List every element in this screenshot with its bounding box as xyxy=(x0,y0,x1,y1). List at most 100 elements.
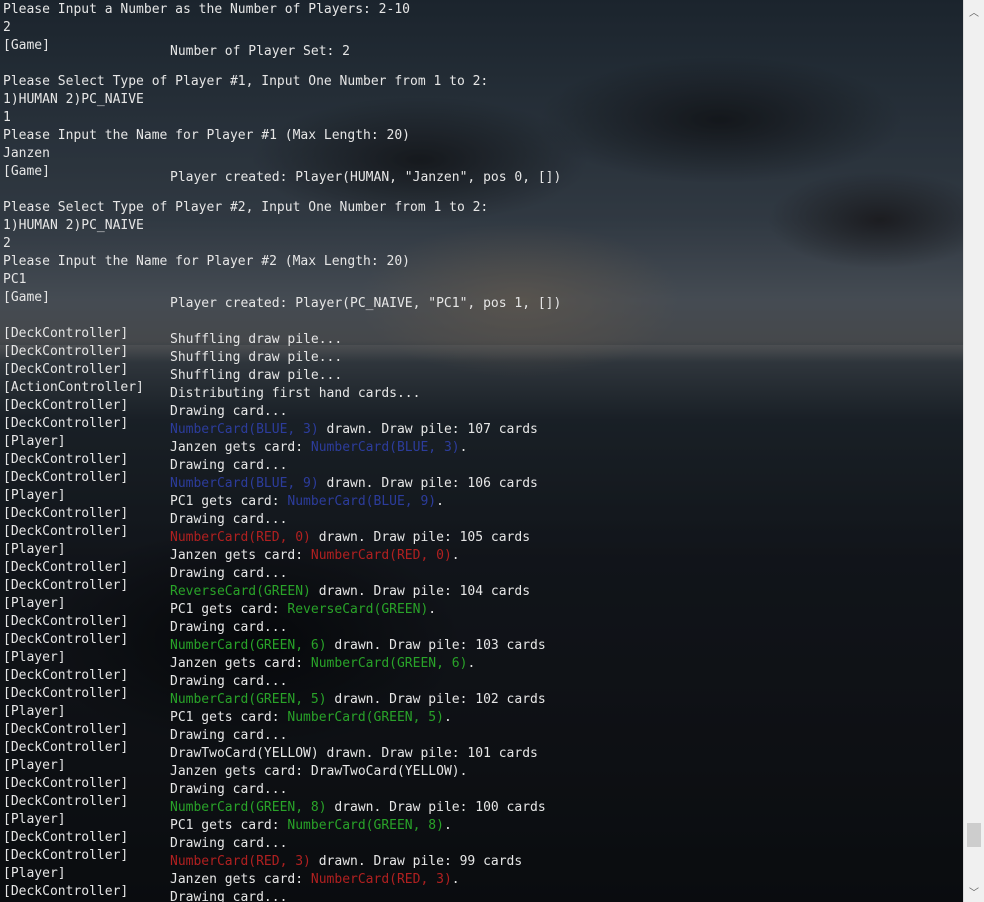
console-line: Please Select Type of Player #1, Input O… xyxy=(3,73,963,91)
card-name: NumberCard(BLUE, 9) xyxy=(287,494,437,509)
log-tag: [Player] xyxy=(3,866,66,881)
log-line: [DeckController] Drawing card... xyxy=(3,451,963,473)
log-tag: [DeckController] xyxy=(3,614,129,629)
log-tag: [DeckController] xyxy=(3,884,129,899)
log-tag: [Game] xyxy=(3,38,50,53)
log-tag: [Player] xyxy=(3,596,66,611)
log-message: Number of Player Set: 2 xyxy=(170,44,351,59)
log-tag: [DeckController] xyxy=(3,344,129,359)
log-line: [DeckController] NumberCard(BLUE, 3) draw… xyxy=(3,415,963,437)
log-tag: [DeckController] xyxy=(3,470,129,485)
log-tag: [DeckController] xyxy=(3,398,129,413)
log-message: . xyxy=(443,710,452,725)
console-text: 2 xyxy=(3,236,11,251)
log-line: [DeckController] Drawing card... xyxy=(3,397,963,419)
card-name: DrawTwoCard(YELLOW) xyxy=(310,764,460,779)
log-line: [DeckController] NumberCard(GREEN, 6) dra… xyxy=(3,631,963,653)
console-text: 1)HUMAN 2)PC_NAIVE xyxy=(3,92,144,107)
log-tag: [DeckController] xyxy=(3,506,129,521)
card-name: ReverseCard(GREEN) xyxy=(287,602,429,617)
console-text: 1)HUMAN 2)PC_NAIVE xyxy=(3,218,144,233)
console-lines: Please Input a Number as the Number of P… xyxy=(0,0,963,902)
log-tag: [DeckController] xyxy=(3,416,129,431)
console-text: Please Select Type of Player #1, Input O… xyxy=(3,74,489,89)
log-tag: [ActionController] xyxy=(3,380,144,395)
log-message: . xyxy=(451,872,460,887)
log-tag: [DeckController] xyxy=(3,686,129,701)
console-line: 1 xyxy=(3,109,963,127)
console-output[interactable]: Please Input a Number as the Number of P… xyxy=(0,0,963,902)
card-name: NumberCard(GREEN, 8) xyxy=(287,818,444,833)
console-text: Please Input the Name for Player #1 (Max… xyxy=(3,128,410,143)
log-tag: [Player] xyxy=(3,758,66,773)
log-line: [ActionController] Distributing first han… xyxy=(3,379,963,401)
log-tag: [DeckController] xyxy=(3,740,129,755)
log-message: . xyxy=(451,548,460,563)
console-text: Please Input a Number as the Number of P… xyxy=(3,2,410,17)
console-line: Janzen xyxy=(3,145,963,163)
log-tag: [DeckController] xyxy=(3,524,129,539)
console-text: Janzen xyxy=(3,146,50,161)
log-line: [DeckController] Shuffling draw pile... xyxy=(3,325,963,347)
log-tag: [DeckController] xyxy=(3,560,129,575)
log-line: [DeckController] Drawing card... xyxy=(3,883,963,902)
log-line: [DeckController] Drawing card... xyxy=(3,613,963,635)
console-text: Please Input the Name for Player #2 (Max… xyxy=(3,254,410,269)
log-message: Player created: Player(HUMAN, "Janzen", … xyxy=(170,170,562,185)
log-line: [Game] Number of Player Set: 2 xyxy=(3,37,963,59)
log-tag: [DeckController] xyxy=(3,848,129,863)
card-name: NumberCard(BLUE, 3) xyxy=(310,440,460,455)
log-message: . xyxy=(459,440,468,455)
console-line: Please Input a Number as the Number of P… xyxy=(3,1,963,19)
log-line: [DeckController] ReverseCard(GREEN) drawn… xyxy=(3,577,963,599)
log-tag: [Player] xyxy=(3,650,66,665)
log-line: [DeckController] Drawing card... xyxy=(3,829,963,851)
card-name: NumberCard(RED, 0) xyxy=(310,548,452,563)
log-tag: [Player] xyxy=(3,812,66,827)
log-tag: [Game] xyxy=(3,290,50,305)
log-tag: [DeckController] xyxy=(3,362,129,377)
log-tag: [DeckController] xyxy=(3,830,129,845)
log-line: [Game] Player created: Player(HUMAN, "Jan… xyxy=(3,163,963,185)
log-tag: [Player] xyxy=(3,542,66,557)
log-line: [DeckController] NumberCard(GREEN, 5) dra… xyxy=(3,685,963,707)
console-line: 1)HUMAN 2)PC_NAIVE xyxy=(3,217,963,235)
log-tag: [DeckController] xyxy=(3,452,129,467)
console-line: 2 xyxy=(3,235,963,253)
log-message: . xyxy=(459,764,468,779)
console-text: 2 xyxy=(3,20,11,35)
log-line: [DeckController] NumberCard(RED, 0) drawn… xyxy=(3,523,963,545)
log-tag: [DeckController] xyxy=(3,668,129,683)
log-line: [DeckController] Drawing card... xyxy=(3,559,963,581)
card-name: NumberCard(GREEN, 5) xyxy=(287,710,444,725)
log-tag: [DeckController] xyxy=(3,794,129,809)
log-tag: [Game] xyxy=(3,164,50,179)
console-line: Please Select Type of Player #2, Input O… xyxy=(3,199,963,217)
console-line: 2 xyxy=(3,19,963,37)
log-message: . xyxy=(467,656,476,671)
log-line: [DeckController] Drawing card... xyxy=(3,775,963,797)
log-line: [DeckController] NumberCard(RED, 3) drawn… xyxy=(3,847,963,869)
log-line: [DeckController] NumberCard(BLUE, 9) draw… xyxy=(3,469,963,491)
chevron-down-icon[interactable]: ﹀ xyxy=(964,882,984,900)
log-message: Player created: Player(PC_NAIVE, "PC1", … xyxy=(170,296,562,311)
console-line: 1)HUMAN 2)PC_NAIVE xyxy=(3,91,963,109)
card-name: NumberCard(RED, 3) xyxy=(310,872,452,887)
log-line: [DeckController] Shuffling draw pile... xyxy=(3,361,963,383)
log-tag: [DeckController] xyxy=(3,722,129,737)
vertical-scrollbar[interactable]: ︿ ﹀ xyxy=(963,0,984,902)
log-tag: [DeckController] xyxy=(3,326,129,341)
log-line: [DeckController] Drawing card... xyxy=(3,667,963,689)
log-line: [DeckController] Drawing card... xyxy=(3,505,963,527)
chevron-up-icon[interactable]: ︿ xyxy=(964,2,984,20)
log-tag: [Player] xyxy=(3,488,66,503)
log-line: [Game] Player created: Player(PC_NAIVE, "… xyxy=(3,289,963,311)
log-message: Drawing card... xyxy=(170,890,288,902)
console-text: 1 xyxy=(3,110,11,125)
scrollbar-thumb[interactable] xyxy=(967,823,981,847)
log-tag: [DeckController] xyxy=(3,632,129,647)
console-line: Please Input the Name for Player #2 (Max… xyxy=(3,253,963,271)
console-line: Please Input the Name for Player #1 (Max… xyxy=(3,127,963,145)
log-line: [DeckController] Drawing card... xyxy=(3,721,963,743)
log-tag: [Player] xyxy=(3,704,66,719)
